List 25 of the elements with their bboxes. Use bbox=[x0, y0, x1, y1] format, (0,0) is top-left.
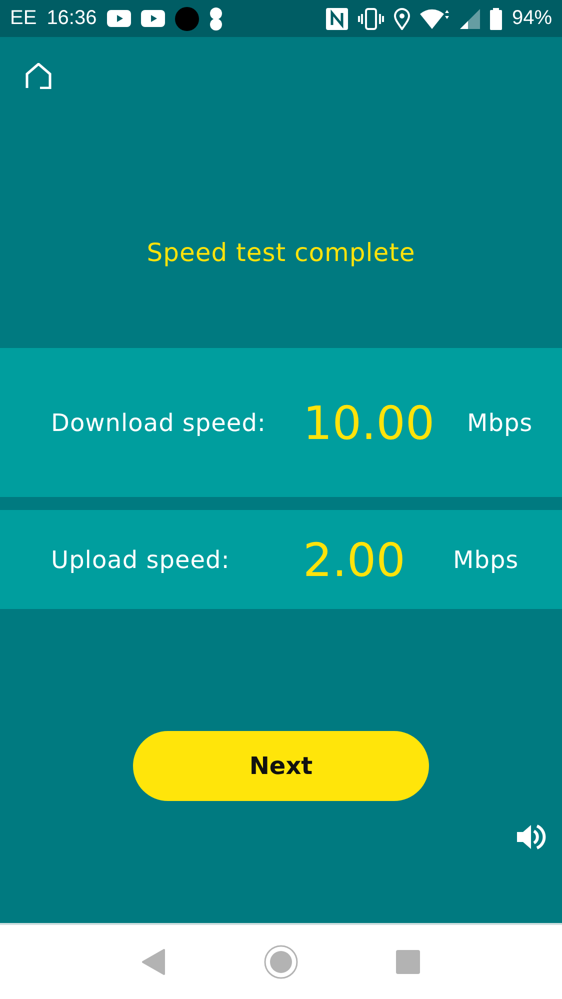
nfc-icon bbox=[326, 8, 348, 30]
back-icon[interactable] bbox=[142, 949, 166, 975]
speed-value: 2.00 bbox=[303, 532, 406, 586]
clock-time: 16:36 bbox=[46, 7, 97, 30]
unit-label: Mbps bbox=[453, 546, 519, 574]
home-button-icon[interactable] bbox=[264, 945, 298, 979]
home-icon[interactable] bbox=[25, 63, 52, 89]
status-title: Speed test complete bbox=[146, 238, 416, 267]
video-icon bbox=[140, 10, 165, 27]
speaker-icon[interactable] bbox=[516, 823, 546, 851]
battery-percentage: 94% bbox=[512, 7, 552, 30]
wifi-icon bbox=[420, 8, 450, 30]
signal-icon bbox=[460, 8, 480, 28]
unit-label: Mbps bbox=[467, 408, 533, 436]
video-icon bbox=[106, 10, 131, 27]
speed-label: Download speed: bbox=[51, 408, 268, 436]
dot-icon bbox=[174, 6, 199, 30]
vibrate-icon bbox=[358, 8, 384, 30]
battery-icon bbox=[490, 8, 502, 30]
next-button[interactable]: Next bbox=[133, 731, 429, 801]
notification-icon bbox=[208, 6, 223, 30]
location-icon bbox=[394, 8, 410, 30]
speed-value: 10.00 bbox=[303, 396, 436, 450]
carrier-name: EE bbox=[10, 7, 37, 30]
speed-label: Upload speed: bbox=[51, 546, 231, 574]
